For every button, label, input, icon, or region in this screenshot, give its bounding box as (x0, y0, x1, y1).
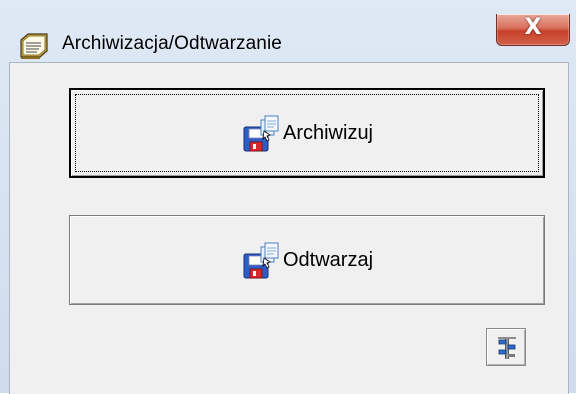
settings-button[interactable] (486, 328, 526, 366)
archive-button[interactable]: Archiwizuj (69, 88, 545, 178)
floppy-save-icon (243, 115, 279, 152)
restore-button[interactable]: Odtwarzaj (69, 215, 545, 305)
title-bar[interactable]: Archiwizacja/Odtwarzanie X (0, 0, 576, 62)
close-button[interactable]: X (496, 14, 570, 46)
close-icon: X (524, 15, 542, 40)
restore-button-label: Odtwarzaj (282, 248, 374, 271)
archive-button-label: Archiwizuj (282, 121, 374, 144)
floppy-restore-icon (243, 242, 279, 279)
archive-notebook-icon (18, 30, 50, 60)
settings-tool-icon (498, 337, 516, 359)
window-title: Archiwizacja/Odtwarzanie (62, 33, 282, 54)
dialog-window: Archiwizacja/Odtwarzanie X Archiwizuj Od… (0, 0, 576, 394)
dialog-client-area: Archiwizuj Odtwarzaj (9, 62, 569, 394)
